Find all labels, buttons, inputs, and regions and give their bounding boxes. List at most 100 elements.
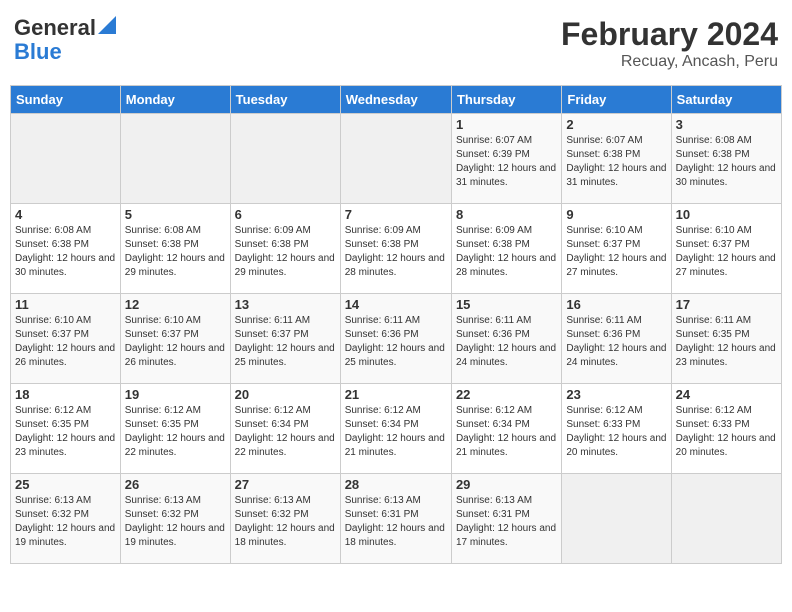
calendar-cell-w3d6: 24 Sunrise: 6:12 AM Sunset: 6:33 PM Dayli…: [671, 384, 781, 474]
day-number: 27: [235, 477, 336, 492]
day-info: Sunrise: 6:12 AM Sunset: 6:33 PM Dayligh…: [676, 404, 777, 460]
calendar-cell-w4d2: 27 Sunrise: 6:13 AM Sunset: 6:32 PM Dayli…: [230, 474, 340, 564]
day-number: 17: [676, 297, 777, 312]
day-info: Sunrise: 6:13 AM Sunset: 6:32 PM Dayligh…: [235, 494, 336, 550]
day-number: 5: [125, 207, 226, 222]
header-wednesday: Wednesday: [340, 86, 451, 114]
day-info: Sunrise: 6:12 AM Sunset: 6:33 PM Dayligh…: [566, 404, 666, 460]
header-saturday: Saturday: [671, 86, 781, 114]
calendar-cell-w4d3: 28Sunrise: 6:13 AM Sunset: 6:31 PM Dayli…: [340, 474, 451, 564]
calendar-cell-w0d0: [11, 114, 121, 204]
calendar-subtitle: Recuay, Ancash, Peru: [561, 53, 778, 71]
day-number: 21: [345, 387, 447, 402]
calendar-cell-w3d2: 20Sunrise: 6:12 AM Sunset: 6:34 PM Dayli…: [230, 384, 340, 474]
day-info: Sunrise: 6:13 AM Sunset: 6:32 PM Dayligh…: [125, 494, 226, 550]
day-number: 25: [15, 477, 116, 492]
day-info: Sunrise: 6:08 AM Sunset: 6:38 PM Dayligh…: [676, 134, 777, 190]
day-number: 26: [125, 477, 226, 492]
calendar-body: 1 Sunrise: 6:07 AM Sunset: 6:39 PM Daylig…: [11, 114, 782, 564]
calendar-table: Sunday Monday Tuesday Wednesday Thursday…: [10, 85, 782, 564]
calendar-cell-w2d3: 14 Sunrise: 6:11 AM Sunset: 6:36 PM Dayli…: [340, 294, 451, 384]
day-info: Sunrise: 6:10 AM Sunset: 6:37 PM Dayligh…: [676, 224, 777, 280]
logo-bird-icon: [98, 16, 116, 34]
calendar-cell-w3d4: 22 Sunrise: 6:12 AM Sunset: 6:34 PM Dayli…: [451, 384, 561, 474]
day-info: Sunrise: 6:12 AM Sunset: 6:34 PM Dayligh…: [456, 404, 557, 460]
day-info: Sunrise: 6:12 AM Sunset: 6:35 PM Dayligh…: [15, 404, 116, 460]
day-number: 11: [15, 297, 116, 312]
day-number: 8: [456, 207, 557, 222]
calendar-week-1: 4Sunrise: 6:08 AM Sunset: 6:38 PM Daylig…: [11, 204, 782, 294]
day-info: Sunrise: 6:12 AM Sunset: 6:35 PM Dayligh…: [125, 404, 226, 460]
day-info: Sunrise: 6:13 AM Sunset: 6:32 PM Dayligh…: [15, 494, 116, 550]
day-info: Sunrise: 6:13 AM Sunset: 6:31 PM Dayligh…: [345, 494, 447, 550]
calendar-cell-w3d5: 23 Sunrise: 6:12 AM Sunset: 6:33 PM Dayli…: [562, 384, 671, 474]
day-info: Sunrise: 6:10 AM Sunset: 6:37 PM Dayligh…: [566, 224, 666, 280]
calendar-cell-w1d1: 5Sunrise: 6:08 AM Sunset: 6:38 PM Daylig…: [120, 204, 230, 294]
calendar-cell-w1d5: 9 Sunrise: 6:10 AM Sunset: 6:37 PM Daylig…: [562, 204, 671, 294]
day-info: Sunrise: 6:11 AM Sunset: 6:36 PM Dayligh…: [345, 314, 447, 370]
header-sunday: Sunday: [11, 86, 121, 114]
day-number: 9: [566, 207, 666, 222]
calendar-cell-w1d6: 10 Sunrise: 6:10 AM Sunset: 6:37 PM Dayli…: [671, 204, 781, 294]
calendar-cell-w4d6: [671, 474, 781, 564]
calendar-cell-w3d3: 21 Sunrise: 6:12 AM Sunset: 6:34 PM Dayli…: [340, 384, 451, 474]
calendar-cell-w2d5: 16 Sunrise: 6:11 AM Sunset: 6:36 PM Dayli…: [562, 294, 671, 384]
day-info: Sunrise: 6:10 AM Sunset: 6:37 PM Dayligh…: [125, 314, 226, 370]
calendar-cell-w2d2: 13 Sunrise: 6:11 AM Sunset: 6:37 PM Dayli…: [230, 294, 340, 384]
calendar-cell-w3d1: 19Sunrise: 6:12 AM Sunset: 6:35 PM Dayli…: [120, 384, 230, 474]
day-number: 13: [235, 297, 336, 312]
calendar-cell-w3d0: 18 Sunrise: 6:12 AM Sunset: 6:35 PM Dayli…: [11, 384, 121, 474]
day-info: Sunrise: 6:12 AM Sunset: 6:34 PM Dayligh…: [345, 404, 447, 460]
header-row: Sunday Monday Tuesday Wednesday Thursday…: [11, 86, 782, 114]
calendar-week-2: 11 Sunrise: 6:10 AM Sunset: 6:37 PM Dayli…: [11, 294, 782, 384]
calendar-cell-w0d3: [340, 114, 451, 204]
calendar-cell-w2d4: 15Sunrise: 6:11 AM Sunset: 6:36 PM Dayli…: [451, 294, 561, 384]
day-info: Sunrise: 6:07 AM Sunset: 6:38 PM Dayligh…: [566, 134, 666, 190]
day-number: 22: [456, 387, 557, 402]
day-info: Sunrise: 6:09 AM Sunset: 6:38 PM Dayligh…: [456, 224, 557, 280]
title-block: February 2024 Recuay, Ancash, Peru: [561, 16, 778, 71]
calendar-header: Sunday Monday Tuesday Wednesday Thursday…: [11, 86, 782, 114]
day-number: 20: [235, 387, 336, 402]
day-number: 18: [15, 387, 116, 402]
calendar-cell-w0d1: [120, 114, 230, 204]
calendar-cell-w1d0: 4Sunrise: 6:08 AM Sunset: 6:38 PM Daylig…: [11, 204, 121, 294]
day-number: 16: [566, 297, 666, 312]
day-number: 2: [566, 117, 666, 132]
calendar-title: February 2024: [561, 16, 778, 53]
calendar-cell-w0d5: 2 Sunrise: 6:07 AM Sunset: 6:38 PM Daylig…: [562, 114, 671, 204]
logo: General Blue: [14, 16, 116, 64]
header-thursday: Thursday: [451, 86, 561, 114]
day-number: 12: [125, 297, 226, 312]
calendar-cell-w4d5: [562, 474, 671, 564]
day-info: Sunrise: 6:13 AM Sunset: 6:31 PM Dayligh…: [456, 494, 557, 550]
calendar-cell-w0d4: 1 Sunrise: 6:07 AM Sunset: 6:39 PM Daylig…: [451, 114, 561, 204]
calendar-cell-w1d4: 8 Sunrise: 6:09 AM Sunset: 6:38 PM Daylig…: [451, 204, 561, 294]
day-info: Sunrise: 6:11 AM Sunset: 6:35 PM Dayligh…: [676, 314, 777, 370]
calendar-cell-w4d4: 29 Sunrise: 6:13 AM Sunset: 6:31 PM Dayli…: [451, 474, 561, 564]
day-number: 23: [566, 387, 666, 402]
day-info: Sunrise: 6:09 AM Sunset: 6:38 PM Dayligh…: [235, 224, 336, 280]
day-info: Sunrise: 6:11 AM Sunset: 6:36 PM Dayligh…: [456, 314, 557, 370]
day-number: 10: [676, 207, 777, 222]
page-header: General Blue February 2024 Recuay, Ancas…: [10, 10, 782, 77]
logo-text-general: General: [14, 16, 96, 40]
day-info: Sunrise: 6:07 AM Sunset: 6:39 PM Dayligh…: [456, 134, 557, 190]
calendar-cell-w2d1: 12 Sunrise: 6:10 AM Sunset: 6:37 PM Dayli…: [120, 294, 230, 384]
day-info: Sunrise: 6:11 AM Sunset: 6:36 PM Dayligh…: [566, 314, 666, 370]
day-info: Sunrise: 6:11 AM Sunset: 6:37 PM Dayligh…: [235, 314, 336, 370]
calendar-cell-w1d2: 6Sunrise: 6:09 AM Sunset: 6:38 PM Daylig…: [230, 204, 340, 294]
day-info: Sunrise: 6:09 AM Sunset: 6:38 PM Dayligh…: [345, 224, 447, 280]
day-number: 3: [676, 117, 777, 132]
day-info: Sunrise: 6:10 AM Sunset: 6:37 PM Dayligh…: [15, 314, 116, 370]
day-number: 1: [456, 117, 557, 132]
day-number: 29: [456, 477, 557, 492]
calendar-cell-w4d1: 26 Sunrise: 6:13 AM Sunset: 6:32 PM Dayli…: [120, 474, 230, 564]
day-info: Sunrise: 6:08 AM Sunset: 6:38 PM Dayligh…: [15, 224, 116, 280]
calendar-week-3: 18 Sunrise: 6:12 AM Sunset: 6:35 PM Dayli…: [11, 384, 782, 474]
calendar-cell-w2d6: 17 Sunrise: 6:11 AM Sunset: 6:35 PM Dayli…: [671, 294, 781, 384]
calendar-cell-w0d2: [230, 114, 340, 204]
day-number: 24: [676, 387, 777, 402]
header-friday: Friday: [562, 86, 671, 114]
day-number: 14: [345, 297, 447, 312]
